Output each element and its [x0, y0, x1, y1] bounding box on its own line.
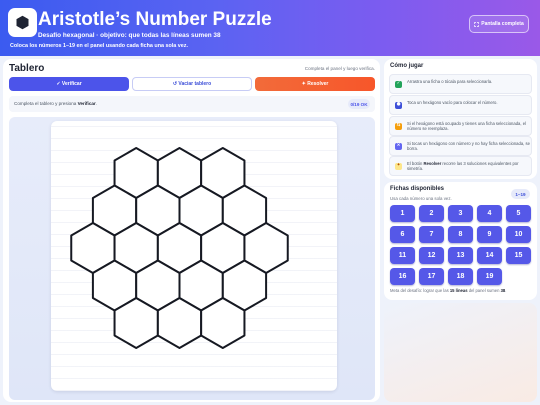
token-11[interactable]: 11 — [390, 247, 415, 264]
tokens-title: Fichas disponibles — [390, 186, 445, 192]
hex-board — [51, 121, 337, 391]
background-glow — [384, 303, 537, 402]
goal-text: Meta del desafío: lograr que las 15 líne… — [390, 288, 507, 293]
how-to-item: ● Toca un hexágono vacío para colocar el … — [389, 95, 532, 115]
status-badge: 0/19 OK — [348, 99, 370, 109]
token-8[interactable]: 8 — [448, 226, 473, 243]
token-5[interactable]: 5 — [506, 205, 531, 222]
board-panel: Tablero Completa el panel y luego verifi… — [3, 59, 380, 402]
token-2[interactable]: 2 — [419, 205, 444, 222]
token-15[interactable]: 15 — [506, 247, 531, 264]
token-1[interactable]: 1 — [390, 205, 415, 222]
token-17[interactable]: 17 — [419, 268, 444, 285]
token-9[interactable]: 9 — [477, 226, 502, 243]
page-title: Aristotle’s Number Puzzle — [38, 9, 272, 30]
tap-icon: ● — [395, 102, 402, 109]
token-16[interactable]: 16 — [390, 268, 415, 285]
header-instructions: Coloca los números 1–19 en el panel usan… — [10, 43, 188, 49]
token-13[interactable]: 13 — [448, 247, 473, 264]
how-to-text: El botón Resolver recorre las 3 solucion… — [407, 161, 519, 172]
how-to-text: Arrastra una ficha o tócala para selecci… — [407, 79, 493, 84]
range-badge: 1–19 — [511, 189, 530, 199]
solve-icon: ✦ — [395, 163, 402, 170]
solve-button[interactable]: ✦ Resolver — [255, 77, 375, 91]
drag-icon: ✓ — [395, 81, 402, 88]
hex-grid — [70, 147, 289, 349]
hexagon-icon — [8, 8, 37, 37]
app-header: Aristotle’s Number Puzzle Desafío hexago… — [0, 0, 540, 56]
tokens-panel: Fichas disponibles Usa cada número una s… — [384, 182, 537, 300]
erase-icon: × — [395, 143, 402, 150]
token-12[interactable]: 12 — [419, 247, 444, 264]
how-to-text: Toca un hexágono vacío para colocar el n… — [407, 100, 498, 105]
token-14[interactable]: 14 — [477, 247, 502, 264]
token-7[interactable]: 7 — [419, 226, 444, 243]
how-to-item: ⇆ Si el hexágono está ocupado y tienes un… — [389, 116, 532, 136]
how-to-item: × Si tocas un hexágono con número y no ha… — [389, 136, 532, 156]
token-6[interactable]: 6 — [390, 226, 415, 243]
how-to-play-title: Cómo jugar — [390, 63, 424, 69]
status-bar: Completa el tablero y presiona Verificar… — [9, 96, 375, 112]
fullscreen-icon — [474, 21, 480, 27]
tokens-subtitle: Usa cada número una sola vez. — [390, 196, 452, 201]
token-3[interactable]: 3 — [448, 205, 473, 222]
token-19[interactable]: 19 — [477, 268, 502, 285]
how-to-item: ✓ Arrastra una ficha o tócala para selecc… — [389, 74, 532, 94]
token-4[interactable]: 4 — [477, 205, 502, 222]
board-hint: Completa el panel y luego verifica. — [304, 66, 375, 71]
token-10[interactable]: 10 — [506, 226, 531, 243]
status-text: Completa el tablero y presiona Verificar… — [14, 101, 98, 106]
verify-button[interactable]: ✓ Verificar — [9, 77, 129, 91]
board-title: Tablero — [9, 63, 45, 74]
how-to-text: Si tocas un hexágono con número y no hay… — [407, 141, 530, 152]
fullscreen-button[interactable]: Pantalla completa — [469, 15, 529, 33]
fullscreen-label: Pantalla completa — [481, 21, 524, 27]
page-subtitle: Desafío hexagonal · objetivo: que todas … — [38, 32, 221, 39]
token-18[interactable]: 18 — [448, 268, 473, 285]
clear-board-button[interactable]: ↺ Vaciar tablero — [132, 77, 252, 91]
board-area — [9, 117, 375, 400]
how-to-item: ✦ El botón Resolver recorre las 3 solucio… — [389, 156, 532, 176]
how-to-play-panel: Cómo jugar ✓ Arrastra una ficha o tócala … — [384, 59, 537, 179]
how-to-text: Si el hexágono está ocupado y tienes una… — [407, 121, 526, 132]
swap-icon: ⇆ — [395, 123, 402, 130]
